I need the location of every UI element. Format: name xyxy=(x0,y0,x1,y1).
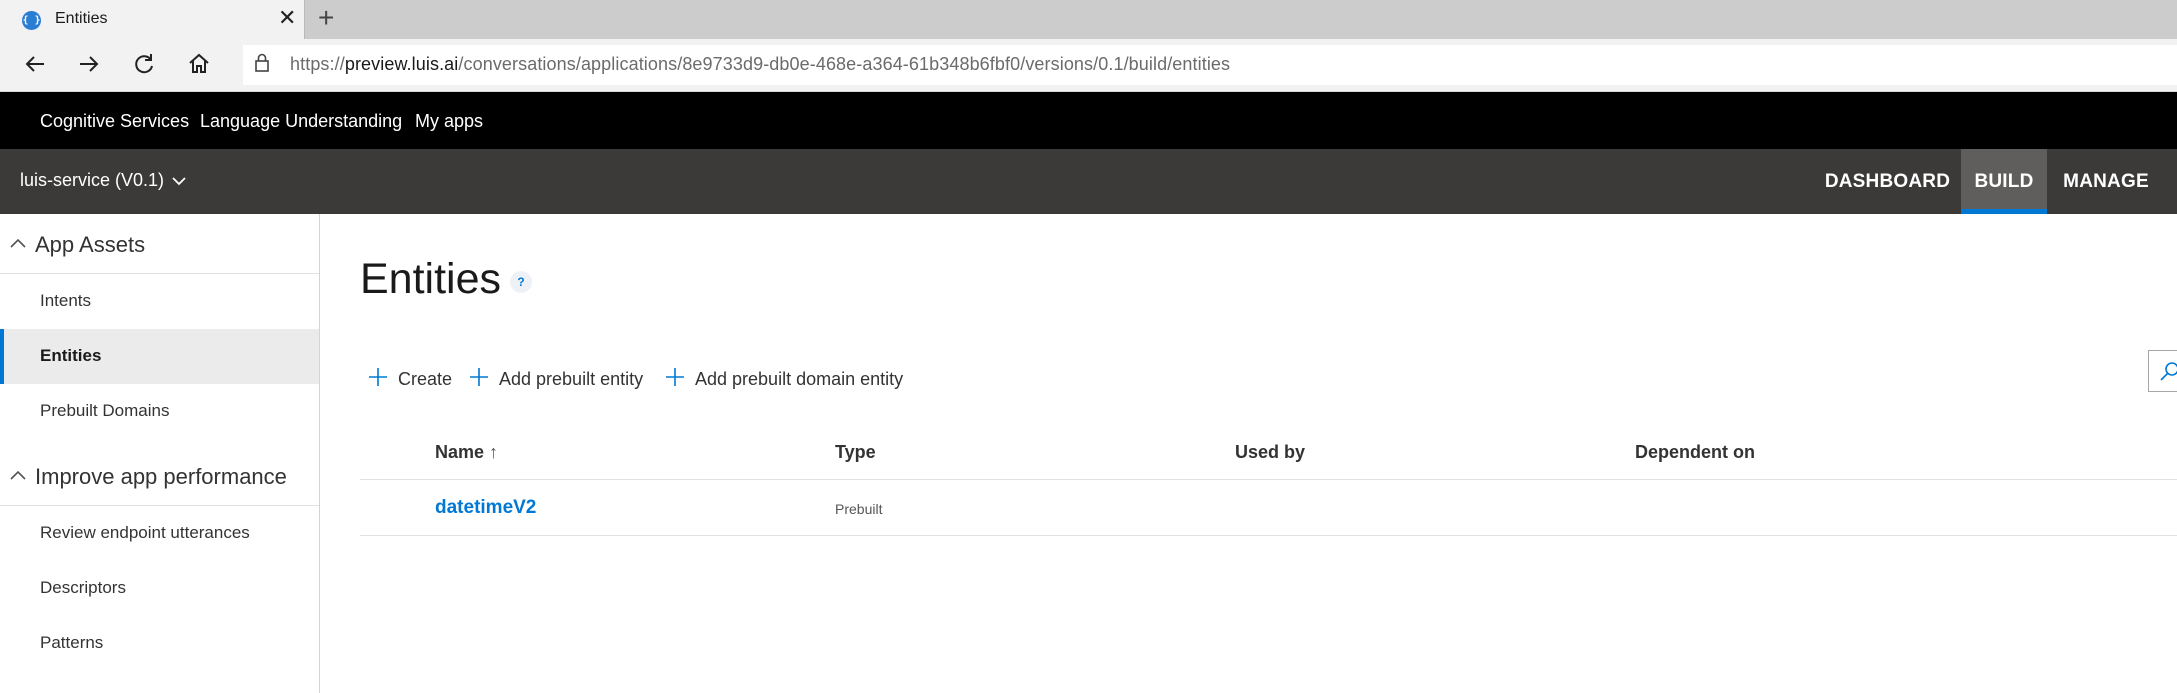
create-label: Create xyxy=(398,369,453,389)
page-title: Entities xyxy=(360,255,502,303)
sidebar-item-entities[interactable]: Entities xyxy=(0,329,319,384)
tab-dashboard[interactable]: DASHBOARD xyxy=(1815,149,1960,214)
create-button[interactable]: Create xyxy=(368,366,463,392)
nav-my-apps[interactable]: My apps xyxy=(415,111,483,132)
column-header-name-label: Name xyxy=(435,442,485,462)
lock-icon xyxy=(253,52,271,79)
sidebar-group-label: App Assets xyxy=(35,232,146,257)
url-text[interactable]: https://preview.luis.ai/conversations/ap… xyxy=(290,54,1230,75)
sidebar-item-label: Prebuilt Domains xyxy=(40,401,170,420)
browser-tab-strip: { } Entities ✕ + xyxy=(0,0,2177,39)
url-host: preview.luis.ai xyxy=(344,54,459,74)
sidebar-item-descriptors[interactable]: Descriptors xyxy=(0,561,319,616)
plus-icon xyxy=(666,368,684,386)
sidebar-item-label: Descriptors xyxy=(40,578,126,597)
nav-cognitive-services[interactable]: Cognitive Services xyxy=(40,111,189,132)
column-header-type[interactable]: Type xyxy=(835,442,876,463)
luis-favicon-icon: { } xyxy=(22,11,41,30)
close-tab-icon[interactable]: ✕ xyxy=(278,7,296,29)
app-version-label: luis-service (V0.1) xyxy=(20,170,165,190)
forward-arrow-icon[interactable] xyxy=(74,49,104,79)
table-row[interactable]: datetimeV2 Prebuilt xyxy=(360,480,2177,536)
new-tab-icon[interactable]: + xyxy=(318,3,334,33)
add-prebuilt-entity-button[interactable]: Add prebuilt entity xyxy=(469,366,659,392)
sidebar-group-label: Improve app performance xyxy=(35,464,287,489)
back-arrow-icon[interactable] xyxy=(20,49,50,79)
sidebar-group-improve-app-performance[interactable]: Improve app performance xyxy=(0,446,319,506)
tab-build[interactable]: BUILD xyxy=(1961,149,2047,214)
column-header-name[interactable]: Name ↑ xyxy=(435,442,498,463)
chevron-up-icon xyxy=(10,236,26,254)
tab-manage-label: MANAGE xyxy=(2063,171,2149,192)
entity-type: Prebuilt xyxy=(835,501,883,517)
search-icon xyxy=(2160,362,2177,381)
entity-name-link[interactable]: datetimeV2 xyxy=(435,497,536,519)
sidebar-group-app-assets[interactable]: App Assets xyxy=(0,214,319,274)
tab-title: Entities xyxy=(55,10,108,27)
sidebar-item-prebuilt-domains[interactable]: Prebuilt Domains xyxy=(0,384,319,439)
sidebar-item-review-endpoint-utterances[interactable]: Review endpoint utterances xyxy=(0,506,319,561)
chevron-down-icon xyxy=(172,177,186,186)
plus-icon xyxy=(470,368,488,386)
home-icon[interactable] xyxy=(184,49,214,79)
add-prebuilt-domain-entity-label: Add prebuilt domain entity xyxy=(695,369,904,389)
sidebar-item-label: Patterns xyxy=(40,633,104,652)
sort-ascending-icon: ↑ xyxy=(489,442,499,462)
add-prebuilt-domain-entity-button[interactable]: Add prebuilt domain entity xyxy=(665,366,915,392)
url-scheme: https:// xyxy=(290,54,345,74)
column-header-dependent-on[interactable]: Dependent on xyxy=(1635,442,1755,463)
nav-language-understanding[interactable]: Language Understanding xyxy=(200,111,402,132)
tab-dashboard-label: DASHBOARD xyxy=(1824,171,1951,192)
sidebar-item-intents[interactable]: Intents xyxy=(0,274,319,329)
sidebar-item-label: Entities xyxy=(40,346,102,365)
browser-tab[interactable]: { } Entities ✕ xyxy=(0,0,305,39)
sidebar-item-patterns[interactable]: Patterns xyxy=(0,616,319,671)
tab-manage[interactable]: MANAGE xyxy=(2050,149,2162,214)
active-item-indicator xyxy=(0,329,4,384)
sidebar: App Assets Intents Entities Prebuilt Dom… xyxy=(0,214,320,693)
top-navigation: Cognitive Services Language Understandin… xyxy=(0,92,2177,149)
tab-build-label: BUILD xyxy=(1974,171,2034,192)
column-header-used-by[interactable]: Used by xyxy=(1235,442,1305,463)
active-tab-indicator xyxy=(1961,209,2047,214)
app-version-selector[interactable]: luis-service (V0.1) xyxy=(20,170,186,191)
add-prebuilt-entity-label: Add prebuilt entity xyxy=(499,369,644,389)
help-icon[interactable]: ? xyxy=(510,271,532,293)
search-button[interactable] xyxy=(2148,350,2177,392)
sidebar-item-label: Intents xyxy=(40,291,92,310)
sidebar-item-label: Review endpoint utterances xyxy=(40,523,250,542)
browser-toolbar: https://preview.luis.ai/conversations/ap… xyxy=(0,39,2177,92)
refresh-icon[interactable] xyxy=(129,49,159,79)
plus-icon xyxy=(369,368,387,386)
chevron-up-icon xyxy=(10,468,26,486)
table-header-row: Name ↑ Type Used by Dependent on xyxy=(360,424,2177,480)
app-bar: luis-service (V0.1) DASHBOARD BUILD MANA… xyxy=(0,149,2177,214)
url-path: /conversations/applications/8e9733d9-db0… xyxy=(458,54,1231,74)
